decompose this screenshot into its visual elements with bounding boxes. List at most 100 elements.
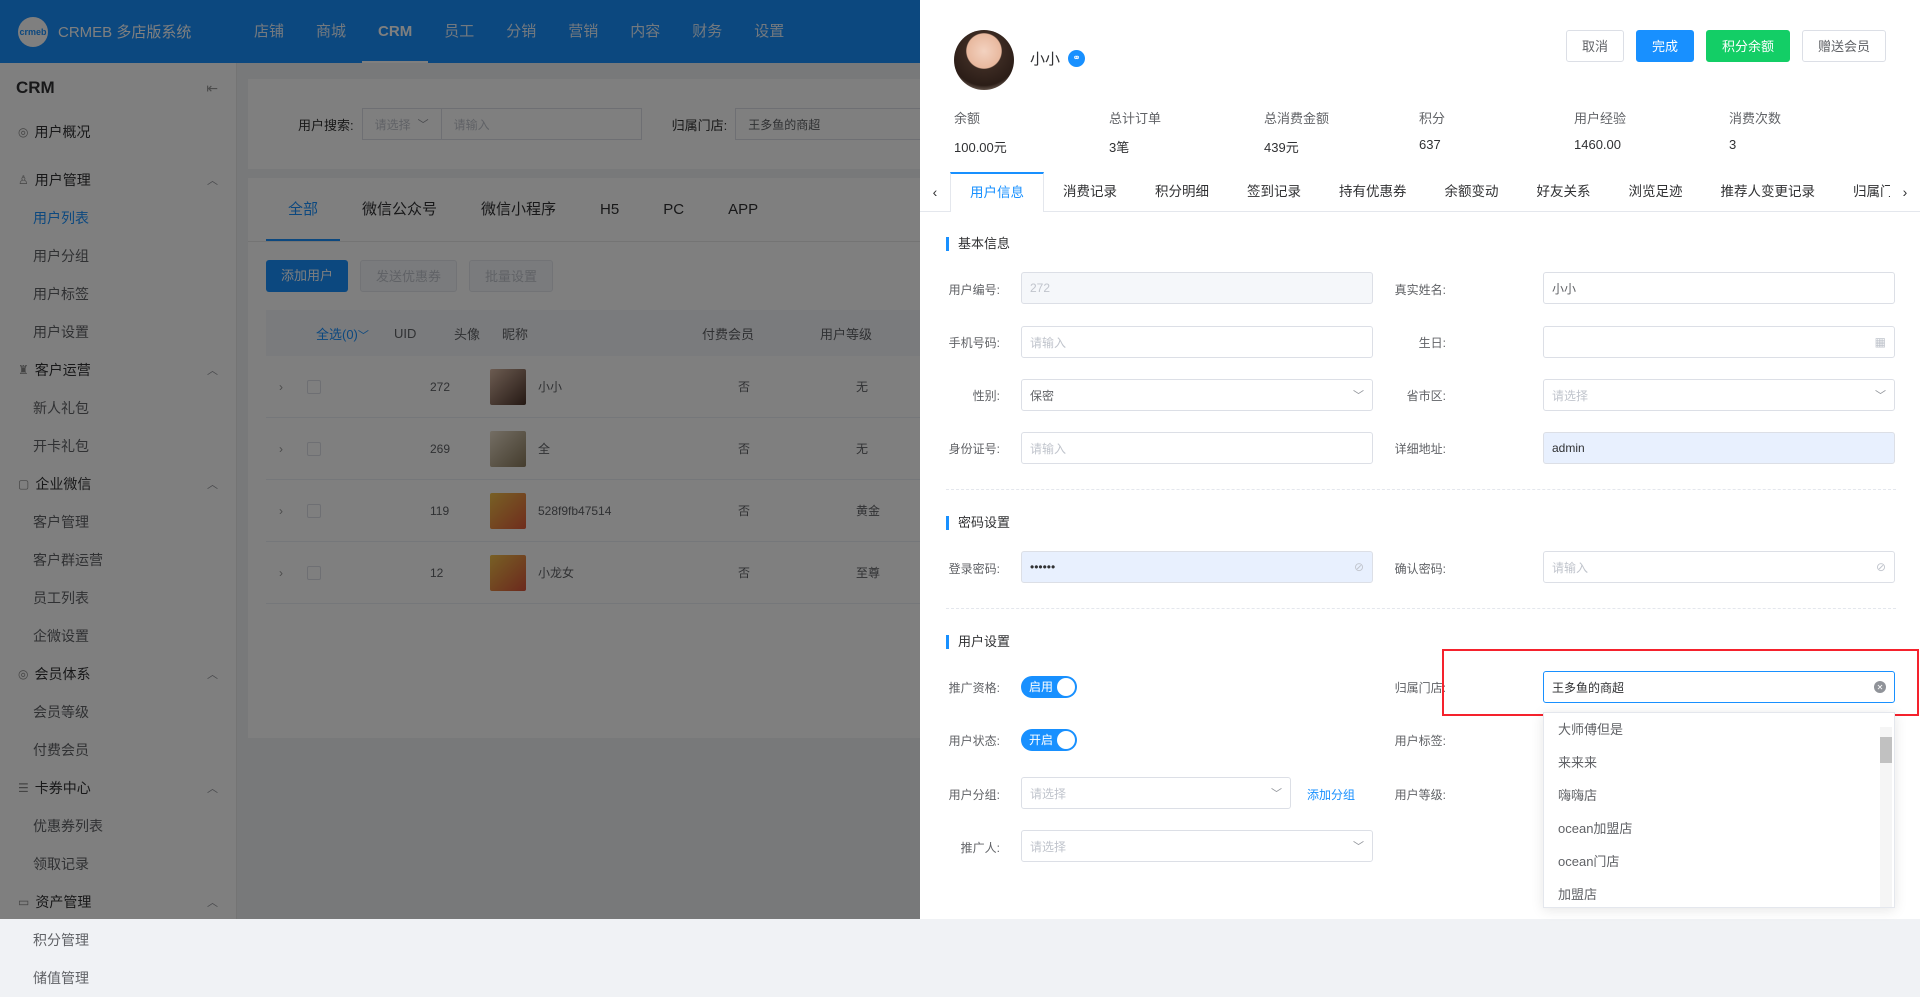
store-option[interactable]: 嗨嗨店	[1544, 779, 1894, 812]
stat-label: 消费次数	[1729, 111, 1782, 126]
group-select[interactable]: 请选择 ﹀	[1021, 777, 1291, 809]
status-switch-label: 开启	[1029, 733, 1054, 747]
store-label: 归属门店:	[1394, 681, 1446, 695]
calendar-icon: ▦	[1874, 335, 1886, 349]
drawer-tabs: ‹ 用户信息 消费记录 积分明细 签到记录 持有优惠券 余额变动 好友关系 浏览…	[920, 171, 1920, 212]
stat-experience: 用户经验 1460.00	[1574, 108, 1729, 156]
stat-label: 总消费金额	[1264, 111, 1330, 126]
uid-value: 272	[1030, 281, 1051, 295]
tag-label: 用户标签:	[1394, 734, 1446, 748]
sidebar-item-points[interactable]: 积分管理	[33, 921, 141, 959]
birthday-field[interactable]: ▦	[1543, 326, 1895, 358]
phone-label: 手机号码:	[948, 336, 1000, 350]
promo-switch[interactable]: 启用	[1021, 676, 1077, 698]
tab-balance-change[interactable]: 余额变动	[1426, 172, 1518, 212]
drawer-header: 小小 ⚭ 取消 完成 积分余额 赠送会员 余额 100.00元 总计订单 3笔 总消费…	[920, 0, 1920, 180]
realname-field[interactable]: 小小	[1543, 272, 1895, 304]
tab-referrer-change[interactable]: 推荐人变更记录	[1702, 172, 1835, 212]
referrer-placeholder: 请选择	[1030, 839, 1067, 854]
idcard-field[interactable]: 请输入	[1021, 432, 1373, 464]
confirm-password-label: 确认密码:	[1394, 562, 1446, 576]
address-label: 详细地址:	[1394, 442, 1446, 456]
gift-member-button[interactable]: 赠送会员	[1801, 30, 1886, 62]
link-icon: ⚭	[1068, 50, 1086, 67]
cancel-button[interactable]: 取消	[1565, 30, 1624, 62]
store-dropdown: 大师傅但是 来来来 嗨嗨店 ocean加盟店 ocean门店 加盟店	[1543, 712, 1895, 908]
uid-label: 用户编号:	[948, 283, 1000, 297]
promo-label: 推广资格:	[948, 681, 1000, 695]
eye-off-icon[interactable]: ⊘	[1876, 560, 1886, 574]
tab-consumption[interactable]: 消费记录	[1044, 172, 1136, 212]
phone-field[interactable]: 请输入	[1021, 326, 1373, 358]
birthday-label: 生日:	[1418, 336, 1446, 350]
stat-label: 余额	[954, 111, 981, 126]
divider	[946, 489, 1896, 490]
phone-placeholder: 请输入	[1030, 335, 1067, 350]
gender-label: 性别:	[972, 389, 1000, 403]
store-option[interactable]: ocean加盟店	[1544, 812, 1894, 845]
sidebar-item-stored-value[interactable]: 储值管理	[33, 959, 141, 997]
chevron-left-icon[interactable]: ‹	[920, 184, 950, 200]
tab-points-detail[interactable]: 积分明细	[1136, 172, 1228, 212]
tab-footprint[interactable]: 浏览足迹	[1610, 172, 1702, 212]
level-label: 用户等级:	[1394, 788, 1446, 802]
tab-store-change[interactable]: 归属门店变	[1834, 172, 1890, 212]
group-label: 用户分组:	[948, 788, 1000, 802]
uid-field: 272	[1021, 272, 1373, 304]
idcard-placeholder: 请输入	[1030, 441, 1067, 456]
status-label: 用户状态:	[948, 734, 1000, 748]
chevron-down-icon: ﹀	[1875, 390, 1886, 402]
store-option[interactable]: 大师傅但是	[1544, 713, 1894, 746]
address-value: admin	[1552, 441, 1585, 455]
region-label: 省市区:	[1406, 389, 1446, 403]
stat-value: 3	[1729, 137, 1737, 152]
password-field[interactable]: •••••• ⊘	[1021, 551, 1373, 583]
stat-purchase-count: 消费次数 3	[1729, 108, 1884, 156]
tab-signin[interactable]: 签到记录	[1228, 172, 1320, 212]
region-placeholder: 请选择	[1552, 388, 1589, 403]
status-switch[interactable]: 开启	[1021, 729, 1077, 751]
stat-total-spent: 总消费金额 439元	[1264, 108, 1419, 156]
store-option[interactable]: 来来来	[1544, 746, 1894, 779]
stat-orders: 总计订单 3笔	[1109, 108, 1264, 156]
user-name: 小小	[1030, 51, 1061, 68]
referrer-select[interactable]: 请选择 ﹀	[1021, 830, 1373, 862]
points-balance-button[interactable]: 积分余额	[1705, 30, 1790, 62]
address-field[interactable]: admin	[1543, 432, 1895, 464]
section-basic-info: 基本信息	[946, 237, 1010, 251]
add-group-link[interactable]: 添加分组	[1307, 786, 1355, 803]
stat-value: 1460.00	[1574, 137, 1621, 152]
idcard-label: 身份证号:	[948, 442, 1000, 456]
chevron-down-icon: ﹀	[1353, 841, 1364, 853]
dropdown-scrollbar[interactable]	[1880, 727, 1892, 907]
group-placeholder: 请选择	[1030, 786, 1067, 801]
password-label: 登录密码:	[948, 562, 1000, 576]
tab-friends[interactable]: 好友关系	[1518, 172, 1610, 212]
stat-balance: 余额 100.00元	[954, 108, 1109, 156]
region-select[interactable]: 请选择 ﹀	[1543, 379, 1895, 411]
store-option[interactable]: 加盟店	[1544, 878, 1894, 911]
store-option[interactable]: ocean门店	[1544, 845, 1894, 878]
chevron-right-icon[interactable]: ›	[1890, 184, 1920, 200]
tab-coupons[interactable]: 持有优惠券	[1320, 172, 1426, 212]
promo-switch-label: 启用	[1029, 680, 1054, 694]
user-stats: 余额 100.00元 总计订单 3笔 总消费金额 439元 积分 637 用户经验 146…	[954, 108, 1884, 156]
stat-label: 积分	[1419, 111, 1446, 126]
confirm-password-placeholder: 请输入	[1552, 560, 1589, 575]
section-user-settings: 用户设置	[946, 635, 1010, 649]
confirm-password-field[interactable]: 请输入 ⊘	[1543, 551, 1895, 583]
stat-value: 3笔	[1109, 140, 1130, 155]
stat-label: 用户经验	[1574, 111, 1627, 126]
gender-select[interactable]: 保密 ﹀	[1021, 379, 1373, 411]
done-button[interactable]: 完成	[1635, 30, 1694, 62]
stat-value: 100.00元	[954, 140, 1007, 155]
divider	[946, 608, 1896, 609]
avatar	[954, 30, 1014, 90]
eye-off-icon[interactable]: ⊘	[1354, 560, 1364, 574]
stat-label: 总计订单	[1109, 111, 1162, 126]
realname-value: 小小	[1552, 281, 1577, 296]
stat-value: 637	[1419, 137, 1441, 152]
chevron-down-icon: ﹀	[1271, 788, 1282, 800]
stat-value: 439元	[1264, 140, 1299, 155]
tab-user-info[interactable]: 用户信息	[950, 171, 1044, 212]
